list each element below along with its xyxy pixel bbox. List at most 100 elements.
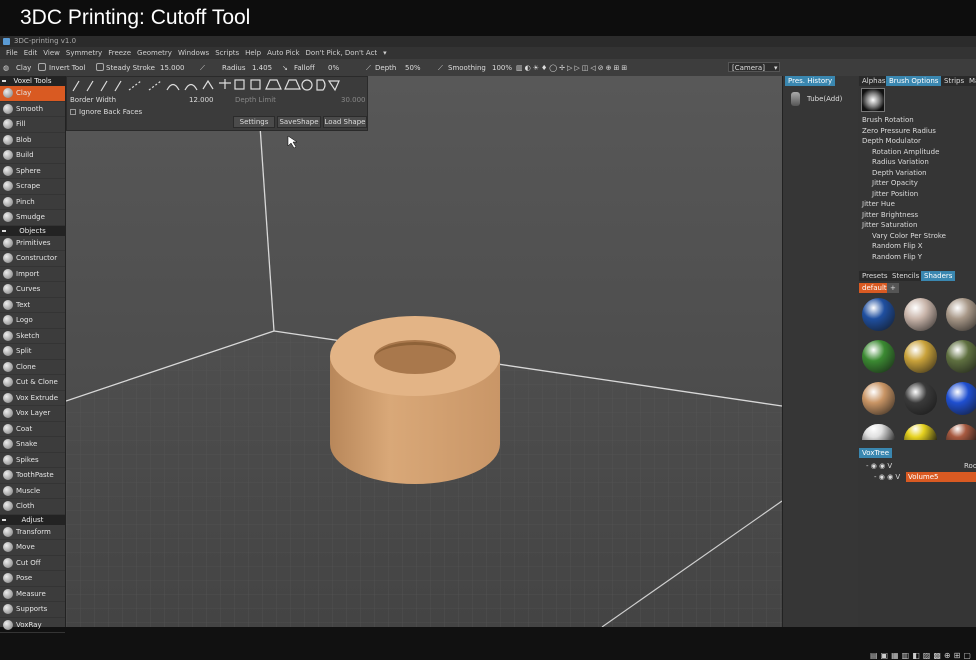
- tool-snake[interactable]: Snake: [0, 437, 65, 453]
- tool-blob[interactable]: Blob: [0, 133, 65, 148]
- tool-fill[interactable]: Fill: [0, 117, 65, 133]
- menu-auto-pick[interactable]: Auto Pick: [267, 49, 299, 57]
- menu-view[interactable]: View: [43, 49, 60, 57]
- menu-scripts[interactable]: Scripts: [215, 49, 239, 57]
- opt-jitter-hue[interactable]: Jitter Hue: [862, 200, 895, 208]
- objects-header[interactable]: Objects: [0, 225, 65, 236]
- opt-vary-color[interactable]: Vary Color Per Stroke: [872, 232, 946, 240]
- smoothing-value[interactable]: 100%: [492, 64, 512, 72]
- menu-dont-pick[interactable]: Don't Pick, Don't Act: [306, 49, 378, 57]
- voxtree-action-icons[interactable]: ▤▣▦▥◧▨▩⊕⊞▢: [870, 651, 974, 660]
- menu-windows[interactable]: Windows: [178, 49, 209, 57]
- menu-help[interactable]: Help: [245, 49, 261, 57]
- opt-depth-variation[interactable]: Depth Variation: [872, 169, 927, 177]
- shader-swatch-6[interactable]: [946, 340, 976, 373]
- voxtree-child-row[interactable]: - ◉ ◉ V: [874, 473, 900, 481]
- tool-voxray[interactable]: VoxRay: [0, 618, 65, 633]
- tab-strips[interactable]: Strips: [941, 76, 968, 86]
- tool-supports[interactable]: Supports: [0, 602, 65, 618]
- depth-limit-value[interactable]: 30.000: [341, 96, 366, 104]
- tool-pinch[interactable]: Pinch: [0, 195, 65, 210]
- shader-swatch-3[interactable]: [946, 298, 976, 331]
- tab-brush-options[interactable]: Brush Options: [886, 76, 942, 86]
- tool-logo[interactable]: Logo: [0, 313, 65, 329]
- load-shape-button[interactable]: Load Shape: [323, 116, 367, 128]
- tab-shaders[interactable]: Shaders: [921, 271, 956, 281]
- shader-swatch-4[interactable]: [862, 340, 895, 373]
- opt-jitter-brightness[interactable]: Jitter Brightness: [862, 211, 918, 219]
- history-item-tube[interactable]: Tube(Add): [807, 95, 842, 103]
- shader-swatch-1[interactable]: [862, 298, 895, 331]
- tool-cloth[interactable]: Cloth: [0, 499, 65, 515]
- 3d-viewport[interactable]: [66, 76, 782, 627]
- opt-depth-modulator[interactable]: Depth Modulator: [862, 137, 921, 145]
- tool-spikes[interactable]: Spikes: [0, 453, 65, 468]
- opt-random-flip-x[interactable]: Random Flip X: [872, 242, 923, 250]
- steady-value[interactable]: 15.000: [160, 64, 185, 72]
- shader-swatch-5[interactable]: [904, 340, 937, 373]
- tool-cut-off[interactable]: Cut Off: [0, 556, 65, 571]
- tool-import[interactable]: Import: [0, 267, 65, 282]
- ignore-back-faces-checkbox[interactable]: [70, 109, 76, 115]
- shader-swatch-7[interactable]: [862, 382, 895, 415]
- tool-smooth[interactable]: Smooth: [0, 102, 65, 117]
- tool-constructor[interactable]: Constructor: [0, 251, 65, 267]
- menu-freeze[interactable]: Freeze: [108, 49, 131, 57]
- radius-value[interactable]: 1.405: [252, 64, 272, 72]
- tool-text[interactable]: Text: [0, 298, 65, 313]
- menu-geometry[interactable]: Geometry: [137, 49, 172, 57]
- shader-swatch-9[interactable]: [946, 382, 976, 415]
- opt-zero-pressure-radius[interactable]: Zero Pressure Radius: [862, 127, 936, 135]
- tool-split[interactable]: Split: [0, 344, 65, 360]
- voxtree-volume-item[interactable]: Volume5: [906, 472, 976, 482]
- depth-value[interactable]: 50%: [405, 64, 421, 72]
- brush-alpha-preview[interactable]: [861, 88, 885, 112]
- tool-coat[interactable]: Coat: [0, 422, 65, 437]
- opt-brush-rotation[interactable]: Brush Rotation: [862, 116, 914, 124]
- menu-edit[interactable]: Edit: [24, 49, 38, 57]
- tool-move[interactable]: Move: [0, 540, 65, 556]
- opt-random-flip-y[interactable]: Random Flip Y: [872, 253, 922, 261]
- shader-swatch-11[interactable]: [904, 424, 937, 440]
- shader-category-default[interactable]: default: [859, 283, 890, 293]
- stroke-mode-icons[interactable]: [67, 77, 369, 93]
- tool-curves[interactable]: Curves: [0, 282, 65, 298]
- tool-build[interactable]: Build: [0, 148, 65, 164]
- menu-more-icon[interactable]: ▾: [383, 49, 387, 57]
- tool-transform[interactable]: Transform: [0, 525, 65, 540]
- tool-clay[interactable]: Clay: [0, 86, 65, 102]
- menu-file[interactable]: File: [6, 49, 18, 57]
- tool-toothpaste[interactable]: ToothPaste: [0, 468, 65, 484]
- shader-swatch-8[interactable]: [904, 382, 937, 415]
- tab-more[interactable]: Ma: [966, 76, 976, 86]
- opt-rotation-amplitude[interactable]: Rotation Amplitude: [872, 148, 939, 156]
- tab-alphas[interactable]: Alphas: [859, 76, 889, 86]
- opt-jitter-saturation[interactable]: Jitter Saturation: [862, 221, 917, 229]
- falloff-value[interactable]: 0%: [328, 64, 339, 72]
- camera-select[interactable]: [Camera]: [728, 62, 780, 72]
- save-shape-button[interactable]: SaveShape: [277, 116, 321, 128]
- settings-button[interactable]: Settings: [233, 116, 275, 128]
- opt-radius-variation[interactable]: Radius Variation: [872, 158, 929, 166]
- voxel-tools-header[interactable]: Voxel Tools: [0, 76, 65, 86]
- tab-pres-history[interactable]: Pres. History: [785, 76, 836, 86]
- tool-smudge[interactable]: Smudge: [0, 210, 65, 226]
- tool-sphere[interactable]: Sphere: [0, 164, 65, 179]
- camera-dropdown-icon[interactable]: ▾: [774, 64, 778, 72]
- shader-swatch-2[interactable]: [904, 298, 937, 331]
- tool-muscle[interactable]: Muscle: [0, 484, 65, 499]
- shader-swatch-12[interactable]: [946, 424, 976, 440]
- adjust-header[interactable]: Adjust: [0, 514, 65, 525]
- steady-checkbox[interactable]: [96, 63, 104, 71]
- opt-jitter-position[interactable]: Jitter Position: [872, 190, 918, 198]
- shader-category-add-icon[interactable]: +: [887, 283, 899, 293]
- shader-swatch-10[interactable]: [862, 424, 895, 440]
- tab-stencils[interactable]: Stencils: [889, 271, 923, 281]
- menu-symmetry[interactable]: Symmetry: [66, 49, 102, 57]
- opt-jitter-opacity[interactable]: Jitter Opacity: [872, 179, 918, 187]
- tab-presets[interactable]: Presets: [859, 271, 891, 281]
- tool-vox-extrude[interactable]: Vox Extrude: [0, 391, 65, 406]
- tool-vox-layer[interactable]: Vox Layer: [0, 406, 65, 422]
- tool-clone[interactable]: Clone: [0, 360, 65, 375]
- tool-measure[interactable]: Measure: [0, 587, 65, 602]
